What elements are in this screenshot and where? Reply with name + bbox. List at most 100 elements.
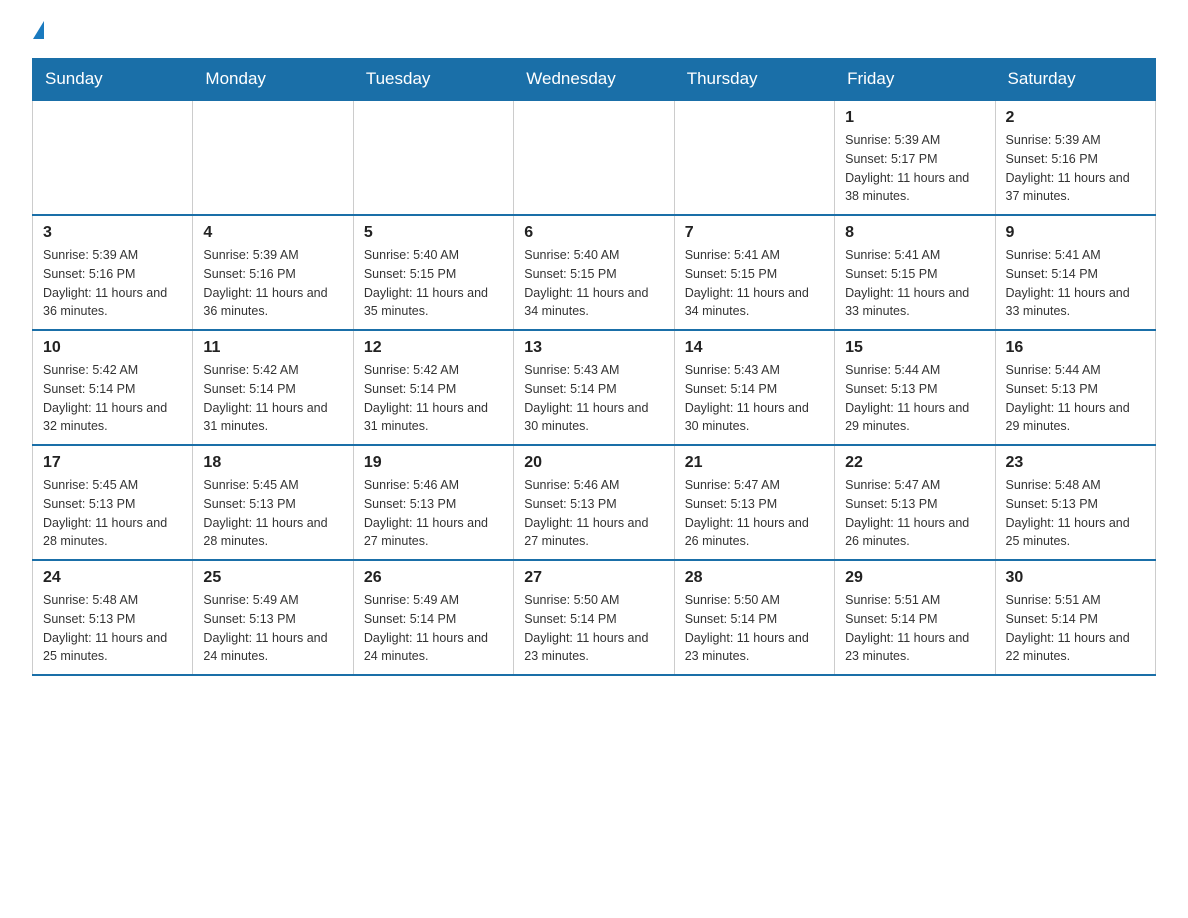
weekday-header-monday: Monday xyxy=(193,59,353,101)
calendar-cell xyxy=(514,100,674,215)
day-number: 26 xyxy=(364,569,503,587)
day-info: Sunrise: 5:42 AMSunset: 5:14 PMDaylight:… xyxy=(43,361,182,436)
day-info: Sunrise: 5:41 AMSunset: 5:15 PMDaylight:… xyxy=(845,246,984,321)
calendar-week-1: 1 Sunrise: 5:39 AMSunset: 5:17 PMDaylight… xyxy=(33,100,1156,215)
day-number: 14 xyxy=(685,339,824,357)
day-info: Sunrise: 5:41 AMSunset: 5:15 PMDaylight:… xyxy=(685,246,824,321)
day-number: 22 xyxy=(845,454,984,472)
calendar-cell: 23Sunrise: 5:48 AMSunset: 5:13 PMDayligh… xyxy=(995,445,1155,560)
calendar-cell: 26Sunrise: 5:49 AMSunset: 5:14 PMDayligh… xyxy=(353,560,513,675)
day-info: Sunrise: 5:46 AMSunset: 5:13 PMDaylight:… xyxy=(524,476,663,551)
day-info: Sunrise: 5:49 AMSunset: 5:13 PMDaylight:… xyxy=(203,591,342,666)
day-number: 24 xyxy=(43,569,182,587)
calendar-cell xyxy=(674,100,834,215)
calendar-cell: 20 Sunrise: 5:46 AMSunset: 5:13 PMDayligh… xyxy=(514,445,674,560)
calendar-cell: 2 Sunrise: 5:39 AMSunset: 5:16 PMDaylight… xyxy=(995,100,1155,215)
day-number: 10 xyxy=(43,339,182,357)
calendar-cell: 7 Sunrise: 5:41 AMSunset: 5:15 PMDaylight… xyxy=(674,215,834,330)
day-number: 20 xyxy=(524,454,663,472)
weekday-header-thursday: Thursday xyxy=(674,59,834,101)
calendar-week-2: 3 Sunrise: 5:39 AMSunset: 5:16 PMDaylight… xyxy=(33,215,1156,330)
day-number: 7 xyxy=(685,224,824,242)
day-number: 1 xyxy=(845,109,984,127)
day-info: Sunrise: 5:39 AMSunset: 5:16 PMDaylight:… xyxy=(203,246,342,321)
calendar-cell: 25 Sunrise: 5:49 AMSunset: 5:13 PMDayligh… xyxy=(193,560,353,675)
logo-arrow-icon xyxy=(33,21,44,39)
calendar-cell: 16 Sunrise: 5:44 AMSunset: 5:13 PMDayligh… xyxy=(995,330,1155,445)
calendar-cell: 29Sunrise: 5:51 AMSunset: 5:14 PMDayligh… xyxy=(835,560,995,675)
calendar-cell: 11 Sunrise: 5:42 AMSunset: 5:14 PMDayligh… xyxy=(193,330,353,445)
calendar-cell: 4 Sunrise: 5:39 AMSunset: 5:16 PMDaylight… xyxy=(193,215,353,330)
logo xyxy=(32,24,44,42)
day-info: Sunrise: 5:39 AMSunset: 5:16 PMDaylight:… xyxy=(1006,131,1145,206)
day-number: 30 xyxy=(1006,569,1145,587)
day-number: 15 xyxy=(845,339,984,357)
calendar-cell: 13 Sunrise: 5:43 AMSunset: 5:14 PMDayligh… xyxy=(514,330,674,445)
day-info: Sunrise: 5:42 AMSunset: 5:14 PMDaylight:… xyxy=(203,361,342,436)
day-number: 8 xyxy=(845,224,984,242)
day-info: Sunrise: 5:40 AMSunset: 5:15 PMDaylight:… xyxy=(364,246,503,321)
calendar-cell: 21 Sunrise: 5:47 AMSunset: 5:13 PMDayligh… xyxy=(674,445,834,560)
weekday-header-saturday: Saturday xyxy=(995,59,1155,101)
calendar-cell xyxy=(193,100,353,215)
day-number: 16 xyxy=(1006,339,1145,357)
day-number: 9 xyxy=(1006,224,1145,242)
calendar-week-4: 17Sunrise: 5:45 AMSunset: 5:13 PMDayligh… xyxy=(33,445,1156,560)
day-info: Sunrise: 5:39 AMSunset: 5:16 PMDaylight:… xyxy=(43,246,182,321)
calendar-cell: 3 Sunrise: 5:39 AMSunset: 5:16 PMDaylight… xyxy=(33,215,193,330)
day-info: Sunrise: 5:47 AMSunset: 5:13 PMDaylight:… xyxy=(685,476,824,551)
calendar-cell xyxy=(33,100,193,215)
calendar-week-5: 24 Sunrise: 5:48 AMSunset: 5:13 PMDayligh… xyxy=(33,560,1156,675)
calendar-cell xyxy=(353,100,513,215)
day-info: Sunrise: 5:42 AMSunset: 5:14 PMDaylight:… xyxy=(364,361,503,436)
calendar-cell: 9 Sunrise: 5:41 AMSunset: 5:14 PMDaylight… xyxy=(995,215,1155,330)
day-number: 21 xyxy=(685,454,824,472)
day-number: 28 xyxy=(685,569,824,587)
calendar-table: SundayMondayTuesdayWednesdayThursdayFrid… xyxy=(32,58,1156,676)
day-info: Sunrise: 5:48 AMSunset: 5:13 PMDaylight:… xyxy=(1006,476,1145,551)
day-number: 27 xyxy=(524,569,663,587)
day-number: 3 xyxy=(43,224,182,242)
calendar-cell: 15Sunrise: 5:44 AMSunset: 5:13 PMDayligh… xyxy=(835,330,995,445)
weekday-header-row: SundayMondayTuesdayWednesdayThursdayFrid… xyxy=(33,59,1156,101)
day-info: Sunrise: 5:50 AMSunset: 5:14 PMDaylight:… xyxy=(685,591,824,666)
weekday-header-tuesday: Tuesday xyxy=(353,59,513,101)
page-header xyxy=(32,24,1156,42)
calendar-cell: 18 Sunrise: 5:45 AMSunset: 5:13 PMDayligh… xyxy=(193,445,353,560)
calendar-cell: 22 Sunrise: 5:47 AMSunset: 5:13 PMDayligh… xyxy=(835,445,995,560)
calendar-cell: 12 Sunrise: 5:42 AMSunset: 5:14 PMDayligh… xyxy=(353,330,513,445)
day-number: 12 xyxy=(364,339,503,357)
weekday-header-wednesday: Wednesday xyxy=(514,59,674,101)
day-info: Sunrise: 5:51 AMSunset: 5:14 PMDaylight:… xyxy=(845,591,984,666)
day-number: 4 xyxy=(203,224,342,242)
day-number: 13 xyxy=(524,339,663,357)
calendar-cell: 19Sunrise: 5:46 AMSunset: 5:13 PMDayligh… xyxy=(353,445,513,560)
day-info: Sunrise: 5:45 AMSunset: 5:13 PMDaylight:… xyxy=(43,476,182,551)
day-info: Sunrise: 5:39 AMSunset: 5:17 PMDaylight:… xyxy=(845,131,984,206)
day-info: Sunrise: 5:40 AMSunset: 5:15 PMDaylight:… xyxy=(524,246,663,321)
calendar-cell: 28 Sunrise: 5:50 AMSunset: 5:14 PMDayligh… xyxy=(674,560,834,675)
day-number: 25 xyxy=(203,569,342,587)
weekday-header-friday: Friday xyxy=(835,59,995,101)
day-info: Sunrise: 5:51 AMSunset: 5:14 PMDaylight:… xyxy=(1006,591,1145,666)
day-info: Sunrise: 5:44 AMSunset: 5:13 PMDaylight:… xyxy=(1006,361,1145,436)
calendar-cell: 17Sunrise: 5:45 AMSunset: 5:13 PMDayligh… xyxy=(33,445,193,560)
day-number: 18 xyxy=(203,454,342,472)
day-number: 11 xyxy=(203,339,342,357)
calendar-cell: 8 Sunrise: 5:41 AMSunset: 5:15 PMDaylight… xyxy=(835,215,995,330)
calendar-cell: 1 Sunrise: 5:39 AMSunset: 5:17 PMDaylight… xyxy=(835,100,995,215)
day-info: Sunrise: 5:43 AMSunset: 5:14 PMDaylight:… xyxy=(685,361,824,436)
calendar-cell: 6Sunrise: 5:40 AMSunset: 5:15 PMDaylight… xyxy=(514,215,674,330)
day-info: Sunrise: 5:47 AMSunset: 5:13 PMDaylight:… xyxy=(845,476,984,551)
calendar-cell: 10 Sunrise: 5:42 AMSunset: 5:14 PMDayligh… xyxy=(33,330,193,445)
day-info: Sunrise: 5:45 AMSunset: 5:13 PMDaylight:… xyxy=(203,476,342,551)
day-info: Sunrise: 5:41 AMSunset: 5:14 PMDaylight:… xyxy=(1006,246,1145,321)
day-info: Sunrise: 5:48 AMSunset: 5:13 PMDaylight:… xyxy=(43,591,182,666)
weekday-header-sunday: Sunday xyxy=(33,59,193,101)
calendar-cell: 24 Sunrise: 5:48 AMSunset: 5:13 PMDayligh… xyxy=(33,560,193,675)
day-number: 19 xyxy=(364,454,503,472)
day-info: Sunrise: 5:43 AMSunset: 5:14 PMDaylight:… xyxy=(524,361,663,436)
calendar-cell: 30 Sunrise: 5:51 AMSunset: 5:14 PMDayligh… xyxy=(995,560,1155,675)
day-number: 2 xyxy=(1006,109,1145,127)
calendar-cell: 27Sunrise: 5:50 AMSunset: 5:14 PMDayligh… xyxy=(514,560,674,675)
